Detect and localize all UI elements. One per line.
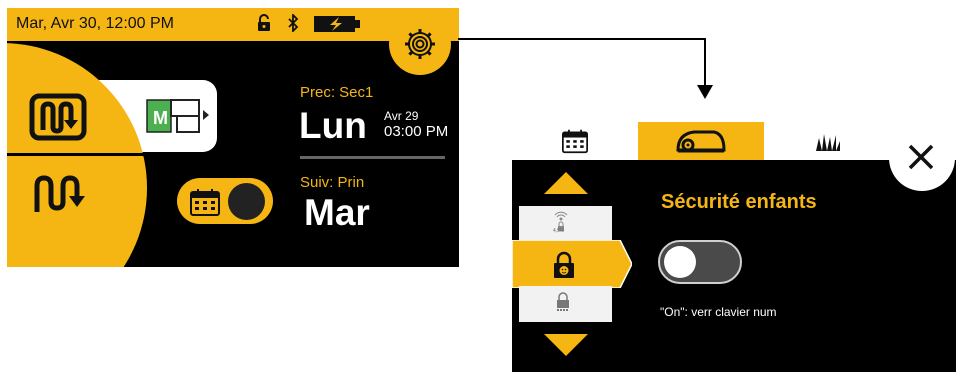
- scroll-up-button[interactable]: [544, 172, 588, 194]
- keypad-lock-icon: [556, 292, 570, 317]
- mower-icon: [674, 130, 728, 158]
- battery-charging-icon: [313, 15, 363, 38]
- home-screen: Mar, Avr 30, 12:00 PM M Prec: Sec1 Lun A…: [7, 8, 459, 267]
- close-icon: [906, 142, 936, 177]
- list-item-antenna-lock[interactable]: [519, 206, 612, 242]
- calendar-icon: [190, 188, 220, 221]
- previous-day: Lun: [299, 105, 367, 146]
- unlock-icon: [257, 14, 271, 37]
- tab-calendar[interactable]: [562, 128, 588, 159]
- connector-arrow-head: [697, 85, 713, 99]
- child-lock-icon: [552, 251, 576, 284]
- tab-grass[interactable]: [815, 132, 841, 157]
- next-day: Mar: [304, 192, 370, 233]
- mow-return-icon[interactable]: [31, 170, 87, 223]
- setting-title: Sécurité enfants: [661, 191, 817, 213]
- list-item-keypad-lock[interactable]: [519, 286, 612, 322]
- map-zone-letter: M: [153, 108, 168, 128]
- list-item-child-lock[interactable]: [512, 240, 632, 288]
- grass-icon: [815, 134, 841, 156]
- next-session-label: Suiv: Prin: [300, 174, 365, 191]
- schedule-divider: [300, 156, 445, 159]
- settings-button[interactable]: [389, 13, 451, 75]
- gear-icon: [404, 28, 436, 65]
- previous-time: 03:00 PM: [384, 123, 449, 140]
- list-item-antenna-lock-label: 4,5G: [553, 228, 564, 234]
- map-zone-icon: M: [145, 96, 215, 141]
- child-lock-toggle-knob[interactable]: [664, 246, 696, 278]
- mode-divider: [7, 153, 167, 156]
- mow-area-icon[interactable]: [29, 93, 87, 146]
- scroll-down-button[interactable]: [544, 334, 588, 356]
- connector-line: [458, 38, 705, 40]
- bluetooth-icon: [287, 12, 299, 37]
- connector-line-vertical: [704, 38, 706, 90]
- calendar-icon: [562, 129, 588, 158]
- datetime-label: Mar, Avr 30, 12:00 PM: [16, 15, 175, 32]
- previous-date: Avr 29: [384, 109, 419, 123]
- schedule-toggle-knob[interactable]: [228, 183, 265, 220]
- tab-mower[interactable]: [674, 128, 728, 159]
- setting-description: "On": verr clavier num: [660, 305, 777, 319]
- previous-session-label: Prec: Sec1: [300, 84, 374, 101]
- close-button[interactable]: [889, 125, 955, 191]
